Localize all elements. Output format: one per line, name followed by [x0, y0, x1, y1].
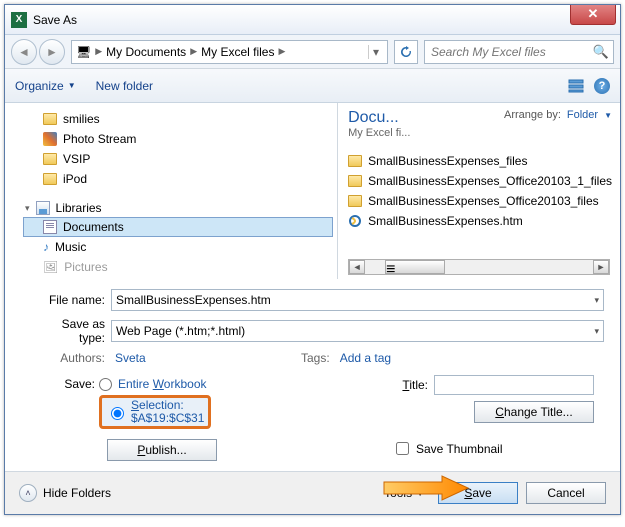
scroll-right[interactable]: ►: [593, 260, 609, 274]
selection-range: $A$19:$C$31: [131, 411, 204, 425]
libraries-header[interactable]: ▾ Libraries: [23, 201, 333, 215]
tools-menu[interactable]: Tools ▼: [384, 486, 424, 500]
title-label: Title:: [392, 378, 428, 392]
scroll-left[interactable]: ◄: [349, 260, 365, 274]
radio-entire-workbook[interactable]: [99, 378, 112, 391]
nav-row: ◄ ► 🖥 ▶ My Documents ▶ My Excel files ▶ …: [5, 35, 620, 69]
view-icon[interactable]: [568, 78, 584, 94]
form-area: File name: SmallBusinessExpenses.htm▾ Sa…: [5, 279, 620, 471]
tree-item[interactable]: iPod: [23, 169, 333, 189]
file-item[interactable]: SmallBusinessExpenses_files: [348, 151, 612, 171]
music-icon: ♪: [43, 240, 49, 254]
location-sub: My Excel fi...: [348, 127, 410, 139]
filename-input[interactable]: SmallBusinessExpenses.htm▾: [111, 289, 604, 311]
window-title: Save As: [33, 13, 77, 27]
scroll-thumb[interactable]: ≡: [385, 260, 445, 274]
save-button[interactable]: Save: [438, 482, 518, 504]
pictures-icon: 🖼: [43, 260, 58, 274]
entire-workbook-label: Entire Workbook: [118, 377, 207, 391]
file-item[interactable]: SmallBusinessExpenses.htm: [348, 211, 612, 231]
photo-icon: [43, 132, 57, 146]
authors-value[interactable]: Sveta: [115, 351, 146, 365]
search-box[interactable]: 🔍: [424, 40, 614, 64]
libraries-icon: [36, 201, 50, 215]
selection-label: Selection:: [131, 398, 184, 412]
chevron-up-icon: ˄: [19, 484, 37, 502]
crumb-2[interactable]: My Excel files: [201, 45, 274, 59]
tags-value[interactable]: Add a tag: [340, 351, 391, 365]
folder-icon: [43, 173, 57, 185]
search-icon: 🔍: [593, 44, 609, 60]
help-icon[interactable]: ?: [594, 78, 610, 94]
radio-selection[interactable]: [111, 407, 124, 420]
hide-folders-button[interactable]: ˄ Hide Folders: [19, 484, 111, 502]
lib-music[interactable]: ♪Music: [23, 237, 333, 257]
computer-icon: 🖥: [76, 45, 91, 59]
forward-button[interactable]: ►: [39, 39, 65, 65]
search-input[interactable]: [429, 44, 593, 60]
refresh-button[interactable]: [394, 40, 418, 64]
cancel-button[interactable]: Cancel: [526, 482, 606, 504]
tree-item[interactable]: Photo Stream: [23, 129, 333, 149]
close-button[interactable]: ✕: [570, 5, 616, 25]
tree-item[interactable]: VSIP: [23, 149, 333, 169]
folder-icon: [348, 155, 362, 167]
file-item[interactable]: SmallBusinessExpenses_Office20103_files: [348, 191, 612, 211]
save-thumbnail-checkbox[interactable]: [396, 442, 409, 455]
tags-label: Tags:: [296, 351, 336, 365]
documents-icon: [43, 220, 57, 234]
breadcrumb[interactable]: 🖥 ▶ My Documents ▶ My Excel files ▶ ▾: [71, 40, 388, 64]
html-file-icon: [348, 214, 362, 228]
location-title: Docu...: [348, 109, 410, 127]
folder-icon: [348, 195, 362, 207]
savetype-label: Save as type:: [35, 317, 111, 345]
savetype-select[interactable]: Web Page (*.htm;*.html)▾: [111, 320, 604, 342]
toolbar: Organize ▼ New folder ?: [5, 69, 620, 103]
excel-icon: X: [11, 12, 27, 28]
organize-menu[interactable]: Organize ▼: [15, 79, 76, 93]
folder-icon: [43, 153, 57, 165]
authors-label: Authors:: [35, 351, 111, 365]
save-thumbnail-label: Save Thumbnail: [416, 442, 503, 456]
crumb-1[interactable]: My Documents: [106, 45, 186, 59]
tree-item[interactable]: smilies: [23, 109, 333, 129]
titlebar: X Save As ✕: [5, 5, 620, 35]
change-title-button[interactable]: Change Title...: [474, 401, 594, 423]
folder-icon: [348, 175, 362, 187]
lib-documents[interactable]: Documents: [23, 217, 333, 237]
file-item[interactable]: SmallBusinessExpenses_Office20103_1_file…: [348, 171, 612, 191]
folder-tree: smilies Photo Stream VSIP iPod ▾ Librari…: [5, 103, 337, 279]
expand-icon: ▾: [25, 203, 30, 214]
footer: ˄ Hide Folders Tools ▼ Save Cancel: [5, 471, 620, 514]
selection-highlight: Selection: $A$19:$C$31: [99, 395, 211, 429]
filename-label: File name:: [35, 293, 111, 307]
title-input[interactable]: [434, 375, 594, 395]
back-button[interactable]: ◄: [11, 39, 37, 65]
h-scrollbar[interactable]: ◄ ≡ ►: [348, 259, 610, 275]
lib-pictures[interactable]: 🖼Pictures: [23, 257, 333, 277]
save-as-dialog: X Save As ✕ ◄ ► 🖥 ▶ My Documents ▶ My Ex…: [4, 4, 621, 515]
new-folder-button[interactable]: New folder: [96, 79, 153, 93]
publish-button[interactable]: Publish...: [107, 439, 217, 461]
save-label: Save:: [55, 377, 95, 391]
arrange-by[interactable]: Arrange by: Folder ▼: [504, 109, 612, 121]
file-list-pane: Docu... My Excel fi... Arrange by: Folde…: [337, 103, 620, 279]
folder-icon: [43, 113, 57, 125]
